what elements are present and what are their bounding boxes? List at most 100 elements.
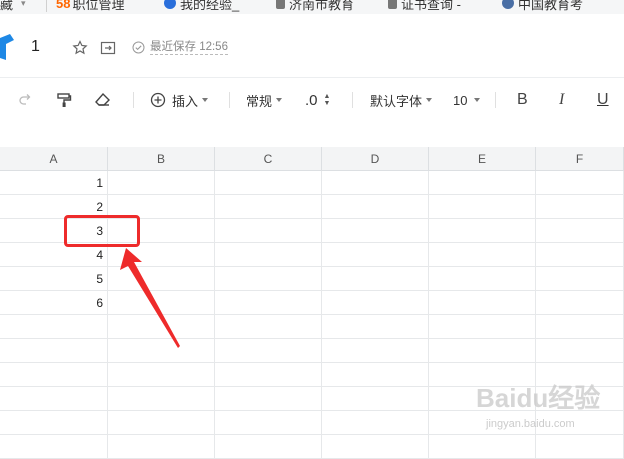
column-header-f[interactable]: F	[536, 147, 624, 171]
bookmark-label: 职位管理	[72, 0, 125, 12]
bookmark-label: 藏	[0, 0, 14, 12]
cell-e1[interactable]	[429, 171, 536, 195]
bookmark-item-education-exam[interactable]: 中国教育考	[502, 0, 583, 12]
cell-b12[interactable]	[108, 435, 215, 459]
cell-a11[interactable]	[0, 411, 108, 435]
underline-button[interactable]: U	[597, 91, 609, 109]
cell-d8[interactable]	[322, 339, 429, 363]
bookmark-label: 济南市教育	[289, 0, 355, 12]
cell-c11[interactable]	[215, 411, 322, 435]
chevron-down-icon	[474, 98, 481, 102]
cell-e12[interactable]	[429, 435, 536, 459]
toolbar-divider	[133, 92, 134, 108]
redo-icon[interactable]	[17, 91, 33, 109]
cell-c1[interactable]	[215, 171, 322, 195]
cell-f12[interactable]	[536, 435, 624, 459]
cell-b9[interactable]	[108, 363, 215, 387]
column-header-a[interactable]: A	[0, 147, 108, 171]
move-to-folder-icon[interactable]	[100, 40, 116, 61]
cell-c7[interactable]	[215, 315, 322, 339]
cell-d3[interactable]	[322, 219, 429, 243]
cell-c10[interactable]	[215, 387, 322, 411]
cell-c8[interactable]	[215, 339, 322, 363]
chevron-down-icon: ▾	[21, 0, 26, 8]
italic-button[interactable]: I	[559, 91, 564, 109]
column-header-c[interactable]: C	[215, 147, 322, 171]
decimal-label: .0	[305, 91, 318, 109]
cell-d5[interactable]	[322, 267, 429, 291]
cell-b11[interactable]	[108, 411, 215, 435]
cell-e6[interactable]	[429, 291, 536, 315]
globe-icon	[502, 0, 514, 9]
cell-d4[interactable]	[322, 243, 429, 267]
bookmark-item-58[interactable]: 58 职位管理	[56, 0, 124, 12]
cell-f2[interactable]	[536, 195, 624, 219]
format-painter-icon[interactable]	[56, 91, 72, 109]
decimal-places-stepper[interactable]: .0 ▲ ▼	[305, 91, 330, 109]
font-family-dropdown[interactable]: 默认字体	[370, 91, 433, 109]
number-format-dropdown[interactable]: 常规	[246, 91, 283, 109]
app-logo-icon[interactable]	[0, 34, 14, 65]
cell-a10[interactable]	[0, 387, 108, 411]
cell-c6[interactable]	[215, 291, 322, 315]
cell-a5[interactable]: 5	[0, 267, 108, 291]
column-header-b[interactable]: B	[108, 147, 215, 171]
cell-b1[interactable]	[108, 171, 215, 195]
column-header-e[interactable]: E	[429, 147, 536, 171]
cell-c3[interactable]	[215, 219, 322, 243]
cell-a12[interactable]	[0, 435, 108, 459]
insert-button[interactable]: 插入	[150, 91, 209, 109]
bookmark-item-jinan[interactable]: 济南市教育	[276, 0, 354, 12]
cell-d12[interactable]	[322, 435, 429, 459]
cell-f8[interactable]	[536, 339, 624, 363]
stepper-arrows-icon[interactable]: ▲ ▼	[324, 93, 331, 107]
bookmark-label: 中国教育考	[518, 0, 584, 12]
formula-bar[interactable]	[0, 122, 624, 148]
cell-a9[interactable]	[0, 363, 108, 387]
document-title[interactable]: 1	[31, 38, 40, 56]
bookmark-item-favorites[interactable]: 藏 ▾	[0, 0, 26, 12]
baidu-paw-icon	[164, 0, 176, 9]
column-header-d[interactable]: D	[322, 147, 429, 171]
cell-c2[interactable]	[215, 195, 322, 219]
cell-d7[interactable]	[322, 315, 429, 339]
cell-d11[interactable]	[322, 411, 429, 435]
cell-d9[interactable]	[322, 363, 429, 387]
chevron-down-icon	[426, 98, 433, 102]
cell-f3[interactable]	[536, 219, 624, 243]
cell-a8[interactable]	[0, 339, 108, 363]
cell-a7[interactable]	[0, 315, 108, 339]
watermark-logo: Baidu经验	[476, 383, 601, 413]
cell-c9[interactable]	[215, 363, 322, 387]
cell-d10[interactable]	[322, 387, 429, 411]
cell-d2[interactable]	[322, 195, 429, 219]
cell-e5[interactable]	[429, 267, 536, 291]
bookmark-item-experience[interactable]: 我的经验_	[164, 0, 239, 12]
cell-e2[interactable]	[429, 195, 536, 219]
cell-c4[interactable]	[215, 243, 322, 267]
toolbar-divider	[229, 92, 230, 108]
cell-e7[interactable]	[429, 315, 536, 339]
star-icon[interactable]	[72, 40, 88, 61]
saved-check-icon	[132, 41, 145, 59]
cell-e4[interactable]	[429, 243, 536, 267]
cell-b10[interactable]	[108, 387, 215, 411]
cell-a1[interactable]: 1	[0, 171, 108, 195]
cell-a6[interactable]: 6	[0, 291, 108, 315]
font-size-dropdown[interactable]: 10	[453, 91, 481, 109]
cell-f5[interactable]	[536, 267, 624, 291]
formatting-toolbar: 插入 常规 .0 ▲ ▼ 默认字体 10 B I U	[0, 77, 624, 123]
bookmark-item-certificate[interactable]: 证书查询 -	[388, 0, 461, 12]
bold-button[interactable]: B	[517, 91, 528, 109]
cell-d6[interactable]	[322, 291, 429, 315]
cell-f4[interactable]	[536, 243, 624, 267]
cell-f6[interactable]	[536, 291, 624, 315]
cell-f1[interactable]	[536, 171, 624, 195]
cell-c5[interactable]	[215, 267, 322, 291]
eraser-icon[interactable]	[94, 91, 111, 109]
cell-c12[interactable]	[215, 435, 322, 459]
cell-d1[interactable]	[322, 171, 429, 195]
cell-e8[interactable]	[429, 339, 536, 363]
cell-e3[interactable]	[429, 219, 536, 243]
cell-f7[interactable]	[536, 315, 624, 339]
